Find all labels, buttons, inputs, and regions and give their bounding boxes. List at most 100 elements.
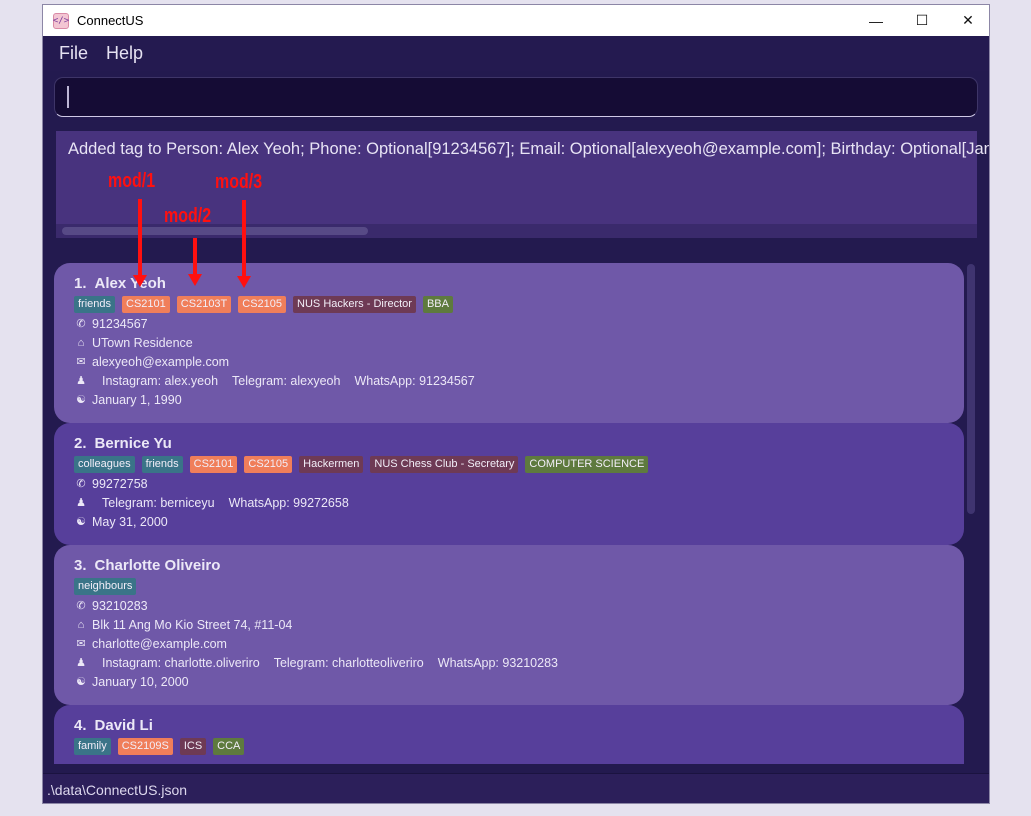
- phone-icon: ✆: [76, 318, 86, 330]
- tag-list: family CS2109S ICS CCA: [74, 738, 964, 757]
- social-handle: Telegram: alexyeoh: [232, 374, 341, 388]
- window-title: ConnectUS: [77, 13, 144, 28]
- home-icon: ⌂: [77, 337, 85, 349]
- social-handle: WhatsApp: 93210283: [437, 656, 558, 670]
- email-text: alexyeoh@example.com: [92, 355, 230, 369]
- person-card[interactable]: 1. Alex Yeoh friends CS2101 CS2103T CS2105 NUS…: [54, 263, 964, 423]
- app-code-icon: </>: [53, 12, 69, 29]
- scrollbar-thumb[interactable]: [62, 227, 368, 235]
- tag-cca: Hackermen: [299, 456, 364, 473]
- address-text: UTown Residence: [92, 336, 193, 350]
- menu-file[interactable]: File: [59, 43, 88, 64]
- phone-icon: ✆: [76, 478, 86, 490]
- annotation-label: mod/2: [164, 205, 212, 227]
- person-address: ⌂ Blk 11 Ang Mo Kio Street 74, #11-04: [74, 616, 964, 635]
- tag-module: CS2101: [189, 456, 238, 473]
- phone-text: 93210283: [92, 599, 148, 613]
- person-phone: ✆ 99272758: [74, 475, 964, 494]
- status-bar-file-path: .\data\ConnectUS.json: [43, 773, 989, 803]
- tag-module: CS2103T: [176, 296, 232, 313]
- person-email: ✉ alexyeoh@example.com: [74, 353, 964, 372]
- person-birthday: ☯ January 10, 2000: [74, 673, 964, 692]
- tag-general: colleagues: [74, 456, 135, 473]
- menu-bar: File Help: [43, 36, 989, 71]
- mail-icon: ✉: [76, 638, 86, 650]
- social-handle: WhatsApp: 99272658: [228, 496, 349, 510]
- annotation-arrow: [237, 200, 251, 288]
- person-phone: ✆ 91234567: [74, 315, 964, 334]
- person-birthday: ☯ January 1, 1990: [74, 391, 964, 410]
- social-handle: Telegram: charlotteoliveriro: [273, 656, 424, 670]
- person-phone: ✆ 93210283: [74, 597, 964, 616]
- person-name: 3. Charlotte Oliveiro: [74, 557, 964, 577]
- address-text: Blk 11 Ang Mo Kio Street 74, #11-04: [92, 618, 293, 632]
- people-icon: ♟: [76, 375, 86, 387]
- annotation-label: mod/1: [108, 170, 156, 192]
- vertical-scrollbar[interactable]: [965, 260, 977, 764]
- person-socials: ♟ Telegram: berniceyu WhatsApp: 99272658: [74, 494, 964, 513]
- person-index: 4.: [74, 717, 87, 734]
- person-email: ✉ charlotte@example.com: [74, 635, 964, 654]
- social-handle: Instagram: alex.yeoh: [102, 374, 219, 388]
- phone-icon: ✆: [76, 600, 86, 612]
- email-text: charlotte@example.com: [92, 637, 227, 651]
- people-icon: ♟: [76, 497, 86, 509]
- person-birthday: ☯ May 31, 2000: [74, 513, 964, 532]
- person-name-text: Alex Yeoh: [94, 275, 166, 292]
- phone-text: 91234567: [92, 317, 148, 331]
- person-index: 2.: [74, 435, 87, 452]
- cake-icon: ☯: [76, 516, 86, 528]
- person-name: 2. Bernice Yu: [74, 435, 964, 455]
- mail-icon: ✉: [76, 356, 86, 368]
- tag-cca: NUS Chess Club - Secretary: [370, 456, 519, 473]
- app-window: </> ConnectUS — ☐ ✕ File Help Added tag …: [42, 4, 990, 804]
- person-index: 1.: [74, 275, 87, 292]
- person-name-text: Charlotte Oliveiro: [94, 557, 221, 574]
- people-icon: ♟: [76, 657, 86, 669]
- tag-major: BBA: [422, 296, 453, 313]
- social-handle: Telegram: berniceyu: [102, 496, 215, 510]
- tag-module: CS2105: [238, 296, 287, 313]
- tag-list: neighbours: [74, 578, 964, 597]
- minimize-icon[interactable]: —: [853, 5, 899, 36]
- tag-module: CS2109S: [117, 738, 173, 755]
- social-handle: WhatsApp: 91234567: [354, 374, 475, 388]
- person-card[interactable]: 4. David Li family CS2109S ICS CCA: [54, 705, 964, 764]
- maximize-icon[interactable]: ☐: [899, 5, 945, 36]
- person-card[interactable]: 3. Charlotte Oliveiro neighbours ✆ 93210283 ⌂…: [54, 545, 964, 705]
- menu-help[interactable]: Help: [106, 43, 143, 64]
- close-icon[interactable]: ✕: [945, 5, 989, 36]
- tag-major: CCA: [213, 738, 245, 755]
- tag-general: friends: [74, 296, 116, 313]
- birthday-text: January 1, 1990: [92, 393, 182, 407]
- tag-module: CS2101: [122, 296, 170, 313]
- person-list: 1. Alex Yeoh friends CS2101 CS2103T CS2105 NUS…: [54, 258, 965, 764]
- tag-general: family: [74, 738, 111, 755]
- annotation-arrow: [133, 199, 147, 287]
- person-name: 4. David Li: [74, 717, 964, 737]
- person-name: 1. Alex Yeoh: [74, 275, 964, 295]
- annotation-arrow: [188, 238, 202, 286]
- command-input[interactable]: [54, 77, 978, 117]
- tag-cca: ICS: [179, 738, 207, 755]
- home-icon: ⌂: [77, 619, 85, 631]
- cake-icon: ☯: [76, 394, 86, 406]
- annotation-label: mod/3: [215, 171, 263, 193]
- person-address: ⌂ UTown Residence: [74, 334, 964, 353]
- cake-icon: ☯: [76, 676, 86, 688]
- person-index: 3.: [74, 557, 87, 574]
- tag-general: neighbours: [74, 578, 137, 595]
- scrollbar-thumb[interactable]: [967, 264, 975, 514]
- tag-major: COMPUTER SCIENCE: [525, 456, 649, 473]
- tag-list: friends CS2101 CS2103T CS2105 NUS Hackers - …: [74, 296, 964, 315]
- tag-module: CS2105: [244, 456, 293, 473]
- text-caret: [67, 86, 69, 108]
- person-name-text: David Li: [94, 717, 153, 734]
- social-handle: Instagram: charlotte.oliveriro: [102, 656, 260, 670]
- person-socials: ♟ Instagram: charlotte.oliveriro Telegram:…: [74, 654, 964, 673]
- tag-general: friends: [141, 456, 183, 473]
- result-text: Added tag to Person: Alex Yeoh; Phone: O…: [68, 140, 990, 158]
- birthday-text: May 31, 2000: [92, 515, 168, 529]
- tag-list: colleagues friends CS2101 CS2105 Hackermen NU…: [74, 456, 964, 475]
- person-card[interactable]: 2. Bernice Yu colleagues friends CS2101 CS210…: [54, 423, 964, 545]
